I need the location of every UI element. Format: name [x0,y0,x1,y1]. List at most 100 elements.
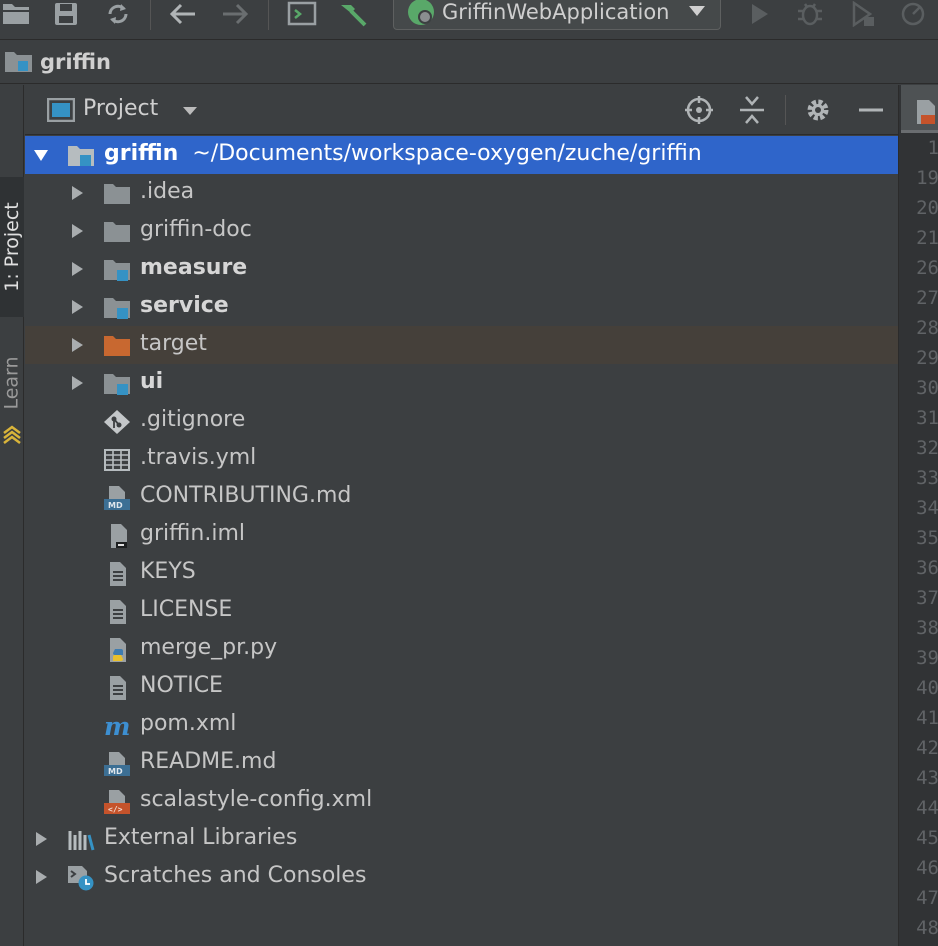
tree-item-keys[interactable]: KEYS [25,554,898,592]
build-hammer-icon[interactable] [336,0,370,28]
tree-item-scalastyle-config-xml[interactable]: </> scalastyle-config.xml [25,782,898,820]
tree-root-row[interactable]: griffin ~/Documents/workspace-oxygen/zuch… [25,136,898,174]
line-number: 21 [916,227,938,249]
editor-tab[interactable] [901,85,938,133]
module-folder-icon [5,51,32,72]
tree-item-measure[interactable]: measure [25,250,898,288]
folder-icon [104,222,130,242]
file-tab-icon [917,100,935,124]
line-number: 44 [916,797,938,819]
tab-project[interactable]: 1: Project [0,177,24,317]
excluded-folder-icon [104,336,130,356]
breadcrumb[interactable]: griffin [40,50,111,74]
line-number-gutter: 1 19 20 21 26 27 28 29 30 31 32 33 34 35 36 37 38 39 40 41 4… [899,137,938,946]
tree-item-merge-pr-py[interactable]: merge_pr.py [25,630,898,668]
hide-panel-icon[interactable] [855,95,887,125]
line-number: 41 [916,707,938,729]
collapsed-arrow-icon[interactable] [33,831,49,847]
locate-icon[interactable] [683,95,715,125]
folder-icon [104,184,130,204]
tree-item-contributing-md[interactable]: MD CONTRIBUTING.md [25,478,898,516]
run-configuration-label: GriffinWebApplication [442,0,670,24]
tree-item-gitignore[interactable]: .gitignore [25,402,898,440]
svg-text:MD: MD [108,767,123,776]
line-number: 46 [916,857,938,879]
chevron-down-icon [689,6,705,16]
gear-icon[interactable] [802,95,834,125]
collapsed-arrow-icon[interactable] [69,223,85,239]
line-number: 43 [916,767,938,789]
tree-item-target[interactable]: target [25,326,898,364]
run-configuration-selector[interactable]: GriffinWebApplication [393,0,721,30]
coverage-icon[interactable] [846,0,878,28]
line-number: 28 [916,317,938,339]
tree-item-service[interactable]: service [25,288,898,326]
line-number: 39 [916,647,938,669]
spring-boot-icon [408,0,434,25]
expanded-arrow-icon[interactable] [33,147,49,163]
xml-file-icon: </> [104,790,130,814]
project-tool-window: Project griffin ~/Documents/workspace-oxy… [25,85,898,946]
tree-item-griffin-iml[interactable]: griffin.iml [25,516,898,554]
git-file-icon [104,410,130,434]
tree-item-pom-xml[interactable]: m pom.xml [25,706,898,744]
line-number: 19 [916,167,938,189]
project-tree: griffin ~/Documents/workspace-oxygen/zuch… [25,136,898,896]
chevron-down-icon[interactable] [182,106,198,116]
back-icon[interactable] [166,0,200,28]
collapse-all-icon[interactable] [736,95,768,125]
line-number: 37 [916,587,938,609]
markdown-file-icon: MD [104,752,130,776]
tree-item-scratches-and-consoles[interactable]: Scratches and Consoles [25,858,898,896]
root-name: griffin [104,141,179,166]
line-number: 48 [916,917,938,939]
tree-item-notice[interactable]: NOTICE [25,668,898,706]
panel-title[interactable]: Project [83,96,158,121]
editor-area[interactable]: 1 19 20 21 26 27 28 29 30 31 32 33 34 35 36 37 38 39 40 41 4… [898,85,938,946]
collapsed-arrow-icon[interactable] [69,261,85,277]
collapsed-arrow-icon[interactable] [69,375,85,391]
line-number: 47 [916,887,938,909]
python-file-icon [110,638,126,662]
debug-icon[interactable] [794,0,826,28]
tree-item-ui[interactable]: ui [25,364,898,402]
profile-icon[interactable] [898,0,932,28]
open-icon[interactable] [0,0,32,28]
tree-item-travis-yml[interactable]: .travis.yml [25,440,898,478]
line-number: 34 [916,497,938,519]
tree-item-external-libraries[interactable]: External Libraries [25,820,898,858]
collapsed-arrow-icon[interactable] [69,299,85,315]
forward-icon[interactable] [218,0,252,28]
text-file-icon [110,600,126,624]
line-number: 45 [916,827,938,849]
line-number: 1 [927,137,938,159]
tree-item-idea[interactable]: .idea [25,174,898,212]
collapsed-arrow-icon[interactable] [69,337,85,353]
tree-item-griffin-doc[interactable]: griffin-doc [25,212,898,250]
terminal-icon[interactable] [286,0,318,28]
line-number: 42 [916,737,938,759]
library-icon [68,831,95,851]
line-number: 36 [916,557,938,579]
project-view-icon [47,98,75,122]
line-number: 38 [916,617,938,639]
collapsed-arrow-icon[interactable] [33,869,49,885]
line-number: 29 [916,347,938,369]
learn-icon [3,425,21,444]
run-icon[interactable] [744,0,774,28]
markdown-file-icon: MD [104,486,130,510]
sync-icon[interactable] [104,0,132,28]
line-number: 30 [916,377,938,399]
tree-item-license[interactable]: LICENSE [25,592,898,630]
project-panel-header: Project [25,85,898,135]
tab-learn[interactable]: Learn [0,343,24,423]
line-number: 40 [916,677,938,699]
module-folder-icon [104,298,130,319]
svg-text:m: m [104,713,130,739]
tree-item-readme-md[interactable]: MD README.md [25,744,898,782]
main-toolbar: GriffinWebApplication [0,0,938,40]
save-icon[interactable] [52,0,80,28]
scratches-icon [68,866,94,891]
line-number: 32 [916,437,938,459]
collapsed-arrow-icon[interactable] [69,185,85,201]
